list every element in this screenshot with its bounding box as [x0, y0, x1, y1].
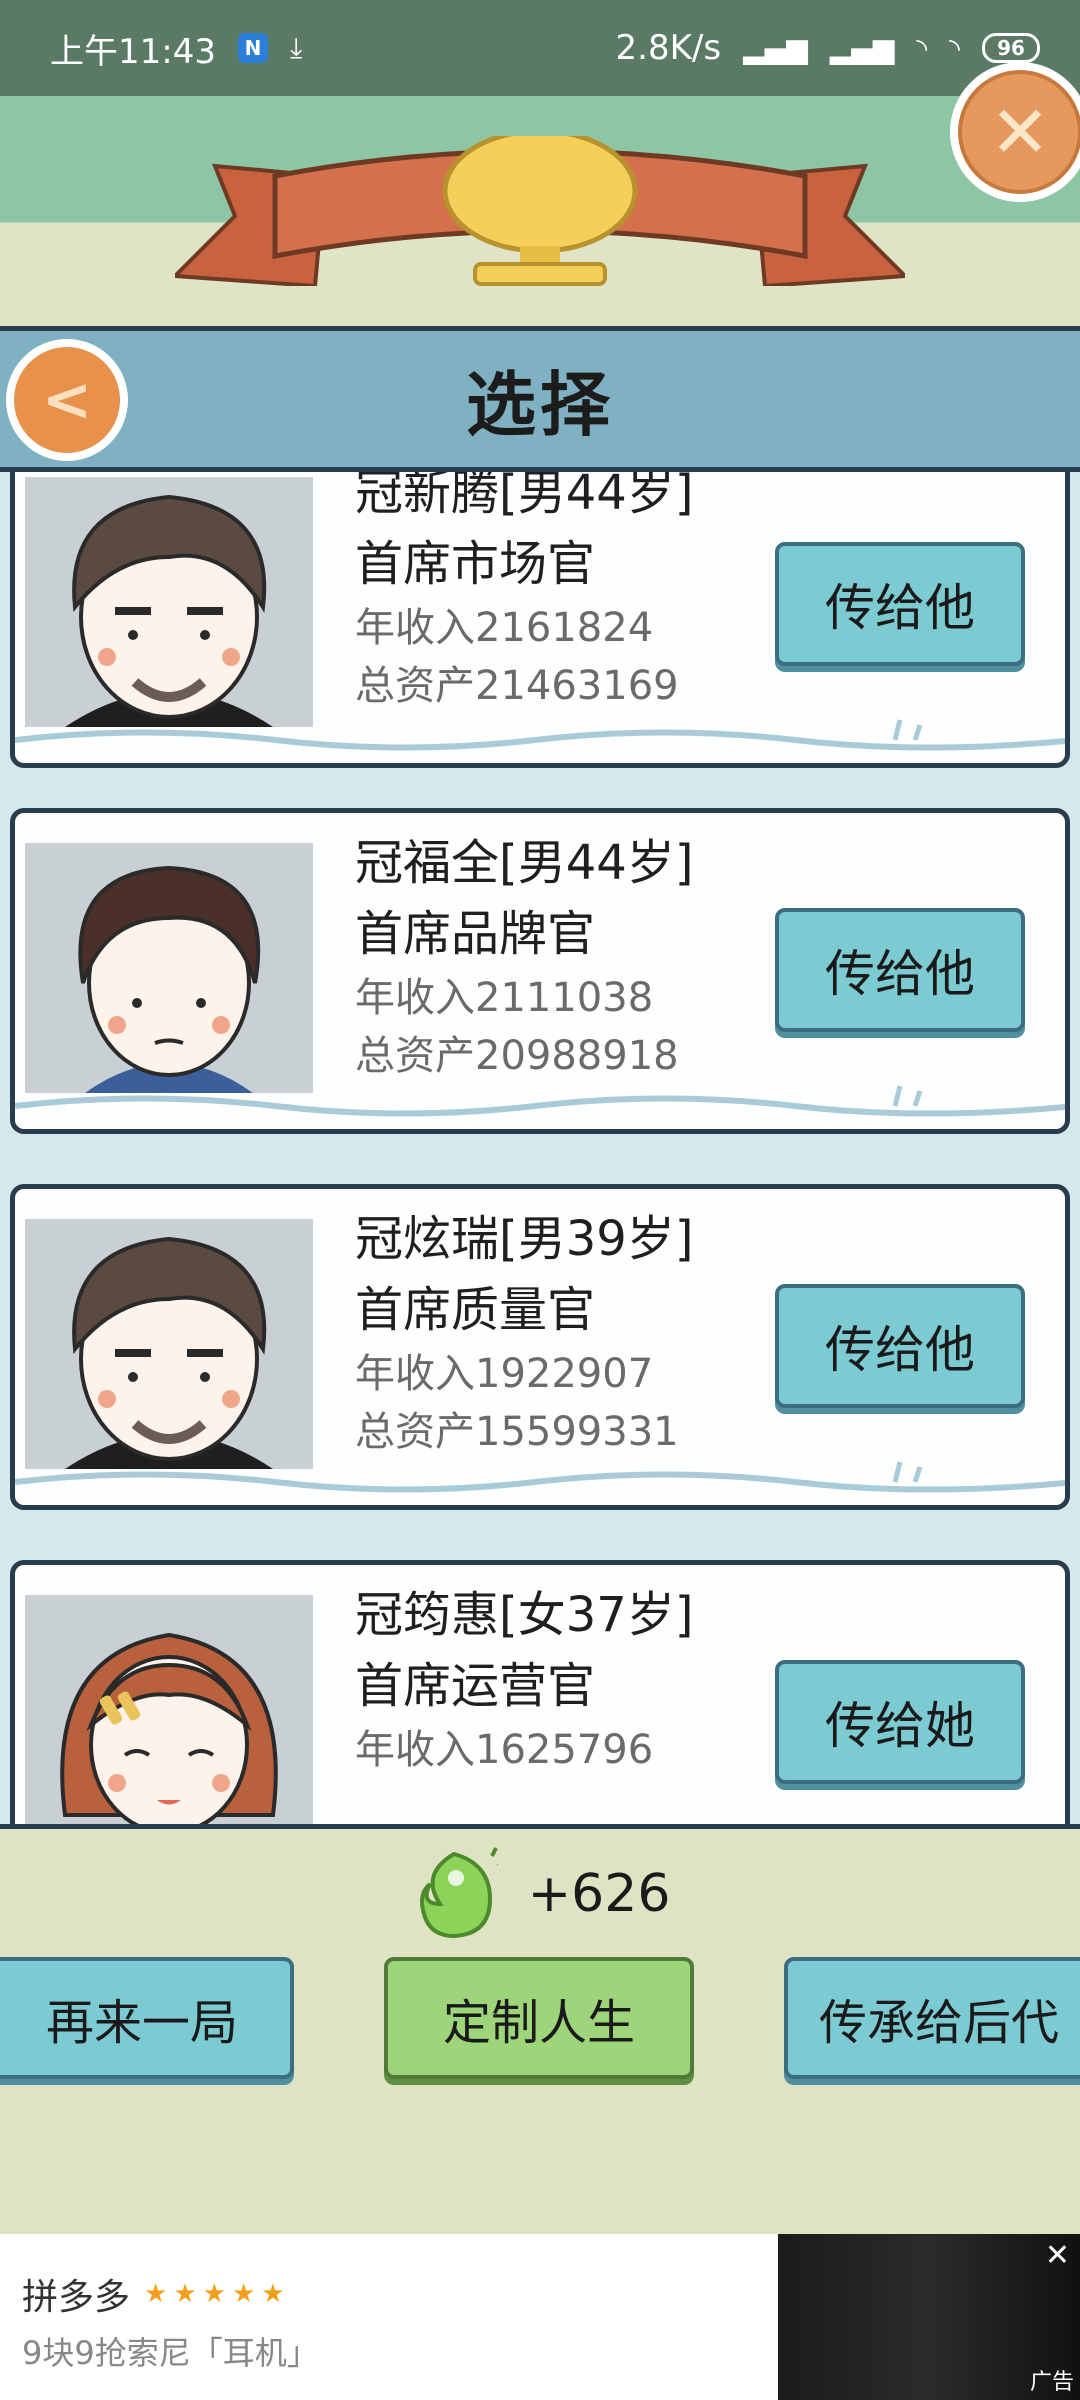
candidate-income: 年收入2111038 [355, 975, 654, 1021]
avatar [25, 1595, 313, 1824]
avatar [25, 843, 313, 1093]
wave-decoration [15, 719, 1065, 751]
bottom-panel: +626 再来一局 定制人生 传承给后代 [0, 1824, 1080, 2234]
man-beard-avatar-icon [25, 477, 313, 727]
restart-button[interactable]: 再来一局 [0, 1957, 294, 2079]
wifi-icon: ◝ [916, 31, 928, 65]
battery-icon: 96 [982, 33, 1040, 63]
candidate-role: 首席品牌官 [355, 906, 596, 962]
status-time: 上午11:43 [50, 31, 216, 72]
candidate-assets: 总资产21463169 [355, 663, 679, 709]
avatar [25, 1219, 313, 1469]
ad-title: 拼多多 [22, 2277, 131, 2318]
ad-tag: 广告 [1029, 2370, 1074, 2395]
ad-image[interactable]: ✕ 广告 [778, 2234, 1080, 2400]
young-man-avatar-icon [25, 843, 313, 1093]
wifi-icon-2: ◝ [949, 31, 960, 65]
ad-close-icon[interactable]: ✕ [1045, 2238, 1070, 2273]
inherit-button[interactable]: 传承给后代 [784, 1957, 1080, 2079]
close-button[interactable]: ✕ [950, 62, 1080, 202]
reward-value: +626 [527, 1864, 671, 1924]
ad-description: 9块9抢索尼「耳机」 [22, 2334, 319, 2372]
pass-to-button[interactable]: 传给他 [775, 908, 1025, 1032]
wave-decoration [15, 1085, 1065, 1117]
rating-stars-icon: ★★★★★ [144, 2279, 291, 2309]
back-button[interactable]: < [6, 339, 128, 461]
status-bar: 上午11:43 N ⤓ 2.8K/s ▂▄▆ ▂▄▆ ◝ ◝ 96 [0, 0, 1080, 96]
candidate-role: 首席市场官 [355, 536, 596, 592]
download-icon: ⤓ [289, 31, 303, 64]
pass-to-button[interactable]: 传给他 [775, 542, 1025, 666]
candidate-card: 冠新腾[男44岁] 首席市场官 年收入2161824 总资产21463169 传… [10, 472, 1070, 768]
wave-decoration [15, 1461, 1065, 1493]
green-drop-coin-icon [419, 1847, 498, 1939]
candidate-assets: 总资产20988918 [355, 1033, 679, 1079]
candidate-income: 年收入1922907 [355, 1351, 654, 1397]
signal-icon: ▂▄▆ [743, 31, 808, 65]
candidate-card: 冠福全[男44岁] 首席品牌官 年收入2111038 总资产20988918 传… [10, 808, 1070, 1134]
candidate-role: 首席运营官 [355, 1658, 596, 1714]
candidate-name: 冠炫瑞[男39岁] [355, 1211, 694, 1267]
candidate-name: 冠筠惠[女37岁] [355, 1587, 694, 1643]
candidate-income: 年收入2161824 [355, 605, 654, 651]
page-title: 选择 [466, 363, 614, 446]
avatar [25, 477, 313, 727]
customize-life-button[interactable]: 定制人生 [384, 1957, 694, 2079]
net-speed: 2.8K/s [615, 28, 722, 68]
candidate-card: 冠筠惠[女37岁] 首席运营官 年收入1625796 传给她 [10, 1560, 1070, 1824]
candidate-role: 首席质量官 [355, 1282, 596, 1338]
candidate-assets [355, 1779, 694, 1824]
title-bar: < 选择 [0, 326, 1080, 472]
candidate-income: 年收入1625796 [355, 1727, 654, 1773]
trophy-ribbon-icon [175, 136, 905, 286]
reward-row: +626 [0, 1839, 1080, 1949]
pass-to-button[interactable]: 传给她 [775, 1660, 1025, 1784]
ad-title-row: 拼多多 ★★★★★ [22, 2268, 291, 2320]
candidate-assets: 总资产15599331 [355, 1409, 679, 1455]
pass-to-button[interactable]: 传给他 [775, 1284, 1025, 1408]
candidate-name: 冠新腾[男44岁] [355, 472, 694, 521]
signal-icon-2: ▂▄▆ [829, 31, 895, 65]
woman-avatar-icon [25, 1595, 313, 1824]
ad-banner[interactable]: 拼多多 ★★★★★ 9块9抢索尼「耳机」 ✕ 广告 [0, 2234, 1080, 2400]
chevron-left-icon: < [41, 365, 93, 435]
candidate-card: 冠炫瑞[男39岁] 首席质量官 年收入1922907 总资产15599331 传… [10, 1184, 1070, 1510]
notification-app-icon: N [237, 33, 268, 63]
man-beard-avatar-icon [25, 1219, 313, 1469]
header-banner [0, 96, 1080, 326]
candidate-name: 冠福全[男44岁] [355, 835, 694, 891]
candidate-list[interactable]: 冠新腾[男44岁] 首席市场官 年收入2161824 总资产21463169 传… [0, 472, 1080, 1824]
